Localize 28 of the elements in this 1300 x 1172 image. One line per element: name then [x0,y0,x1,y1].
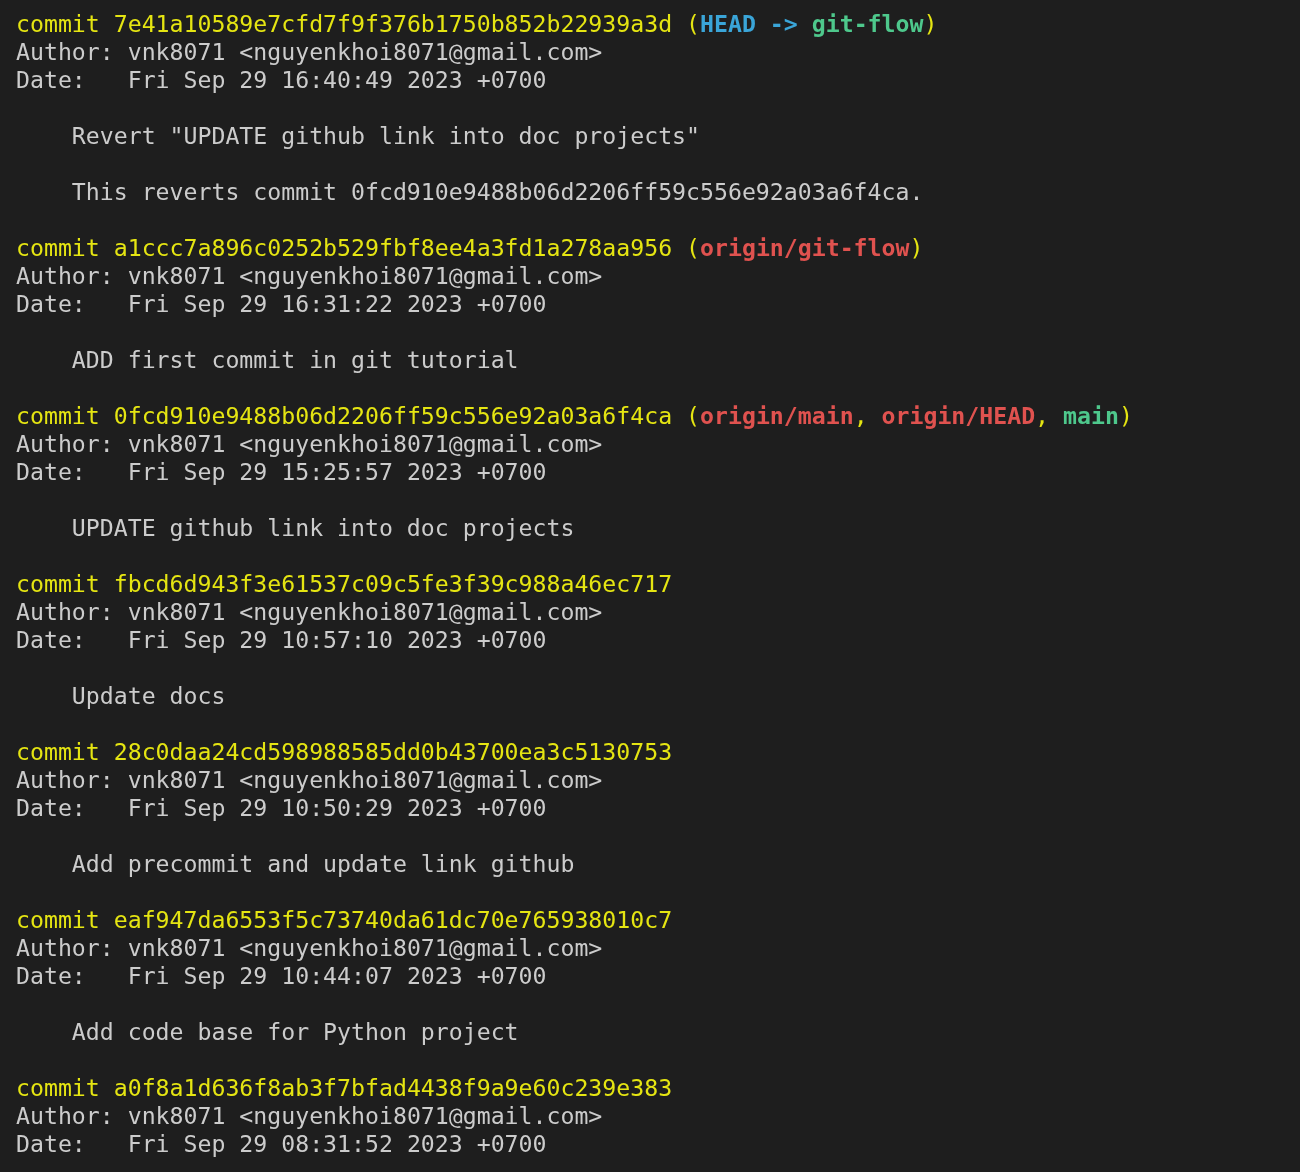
commit-hash-line: commit a1ccc7a896c0252b529fbf8ee4a3fd1a278aa956 (origin/git-flow) [16,234,924,262]
commit-message-line: Add precommit and update link github [70,850,575,878]
date-line: Date: Fri Sep 29 16:40:49 2023 +0700 [16,66,547,94]
commit-hash-line: commit eaf947da6553f5c73740da61dc70e765938010c7 [16,906,673,934]
commit-hash-line: commit 7e41a10589e7cfd7f9f376b1750b852b22939a3d (HEAD -> git-flow) [16,10,938,38]
commit-hash-line: commit a0f8a1d636f8ab3f7bfad4438f9a9e60c239e383 [16,1074,673,1102]
author-line: Author: vnk8071 <nguyenkhoi8071@gmail.com> [16,1102,603,1130]
author-line: Author: vnk8071 <nguyenkhoi8071@gmail.com> [16,934,603,962]
commit-message-line: UPDATE github link into doc projects [70,514,575,542]
commit-message-line: ADD first commit in git tutorial [70,346,519,374]
date-line: Date: Fri Sep 29 10:57:10 2023 +0700 [16,626,547,654]
commit-hash-line: commit 28c0daa24cd598988585dd0b43700ea3c5130753 [16,738,673,766]
commit-message-line: This reverts commit 0fcd910e9488b06d2206ff59c556e92a03a6f4ca. [70,178,924,206]
author-line: Author: vnk8071 <nguyenkhoi8071@gmail.com> [16,598,603,626]
date-line: Date: Fri Sep 29 10:44:07 2023 +0700 [16,962,547,990]
commit-message-line: Update docs [70,682,226,710]
commit-message-line: Add code base for Python project [70,1018,519,1046]
commit-hash-line: commit 0fcd910e9488b06d2206ff59c556e92a03a6f4ca (origin/main, origin/HEAD, main) [16,402,1133,430]
author-line: Author: vnk8071 <nguyenkhoi8071@gmail.com> [16,766,603,794]
date-line: Date: Fri Sep 29 16:31:22 2023 +0700 [16,290,547,318]
author-line: Author: vnk8071 <nguyenkhoi8071@gmail.com> [16,38,603,66]
date-line: Date: Fri Sep 29 15:25:57 2023 +0700 [16,458,547,486]
commit-message-line: Revert "UPDATE github link into doc projects" [70,122,701,150]
author-line: Author: vnk8071 <nguyenkhoi8071@gmail.com> [16,430,603,458]
author-line: Author: vnk8071 <nguyenkhoi8071@gmail.com> [16,262,603,290]
date-line: Date: Fri Sep 29 10:50:29 2023 +0700 [16,794,547,822]
commit-hash-line: commit fbcd6d943f3e61537c09c5fe3f39c988a46ec717 [16,570,673,598]
date-line: Date: Fri Sep 29 08:31:52 2023 +0700 [16,1130,547,1158]
